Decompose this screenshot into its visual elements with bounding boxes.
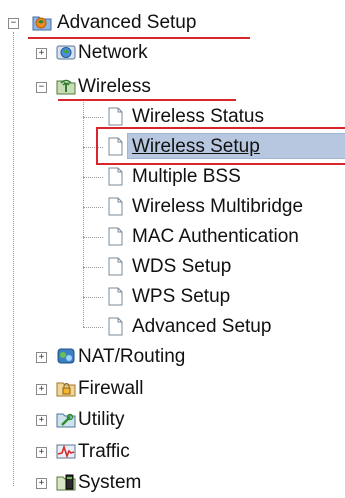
tree-item-label: Advanced Setup	[132, 316, 272, 337]
page-icon	[108, 287, 123, 306]
page-icon	[108, 167, 123, 186]
tree-item-wds-setup[interactable]: WDS Setup	[0, 252, 345, 282]
page-icon	[108, 257, 123, 276]
utility-tools-icon	[56, 410, 76, 428]
tree-item-wireless-setup[interactable]: Wireless Setup	[0, 132, 345, 162]
tree-item-label: WDS Setup	[132, 256, 232, 277]
tree-item-multiple-bss[interactable]: Multiple BSS	[0, 162, 345, 192]
expand-icon[interactable]: +	[36, 352, 47, 363]
tree-item-advanced-setup[interactable]: − Advanced Setup	[0, 8, 345, 38]
tree-item-wireless-multibridge[interactable]: Wireless Multibridge	[0, 192, 345, 222]
tree-item-label: Firewall	[78, 378, 144, 399]
tree-item-label: Wireless Setup	[132, 136, 260, 157]
expand-icon[interactable]: +	[36, 447, 47, 458]
tree-item-firewall[interactable]: + Firewall	[0, 374, 345, 404]
tree-item-label: Advanced Setup	[57, 12, 197, 33]
tree-item-label: Wireless	[78, 76, 151, 97]
tree-item-wireless-advanced-setup[interactable]: Advanced Setup	[0, 312, 345, 342]
annotation-underline	[58, 99, 236, 101]
page-icon	[108, 227, 123, 246]
tree-item-label: Wireless Status	[132, 106, 264, 127]
collapse-icon[interactable]: −	[36, 82, 47, 93]
folder-globe-icon	[32, 13, 52, 31]
page-icon	[108, 317, 123, 336]
tree-item-label: Utility	[78, 409, 125, 430]
tree-item-nat-routing[interactable]: + NAT/Routing	[0, 342, 345, 372]
system-computer-icon	[56, 473, 76, 491]
tree-item-label: WPS Setup	[132, 286, 231, 307]
tree-item-utility[interactable]: + Utility	[0, 405, 345, 435]
page-icon	[108, 107, 123, 126]
tree-item-label: MAC Authentication	[132, 226, 299, 247]
tree-item-system[interactable]: + System	[0, 468, 345, 498]
collapse-icon[interactable]: −	[8, 18, 19, 29]
tree-item-label: Traffic	[78, 441, 130, 462]
tree-item-label: Multiple BSS	[132, 166, 241, 187]
tree-item-wireless[interactable]: − Wireless	[0, 72, 345, 102]
traffic-graph-icon	[56, 442, 76, 460]
expand-icon[interactable]: +	[36, 478, 47, 489]
navigation-tree: − Advanced Setup + Network − Wireless Wi…	[0, 0, 345, 498]
page-icon	[108, 137, 123, 156]
nat-routing-icon	[56, 347, 76, 365]
tree-item-wps-setup[interactable]: WPS Setup	[0, 282, 345, 312]
expand-icon[interactable]: +	[36, 415, 47, 426]
tree-item-label: Network	[78, 42, 148, 63]
tree-item-label: System	[78, 472, 142, 493]
network-globe-icon	[56, 43, 76, 61]
wireless-antenna-icon	[56, 77, 76, 95]
tree-item-network[interactable]: + Network	[0, 38, 345, 68]
tree-item-traffic[interactable]: + Traffic	[0, 437, 345, 467]
page-icon	[108, 197, 123, 216]
tree-item-label: NAT/Routing	[78, 346, 186, 367]
expand-icon[interactable]: +	[36, 48, 47, 59]
firewall-lock-icon	[56, 379, 76, 397]
expand-icon[interactable]: +	[36, 384, 47, 395]
tree-item-mac-authentication[interactable]: MAC Authentication	[0, 222, 345, 252]
tree-item-label: Wireless Multibridge	[132, 196, 304, 217]
